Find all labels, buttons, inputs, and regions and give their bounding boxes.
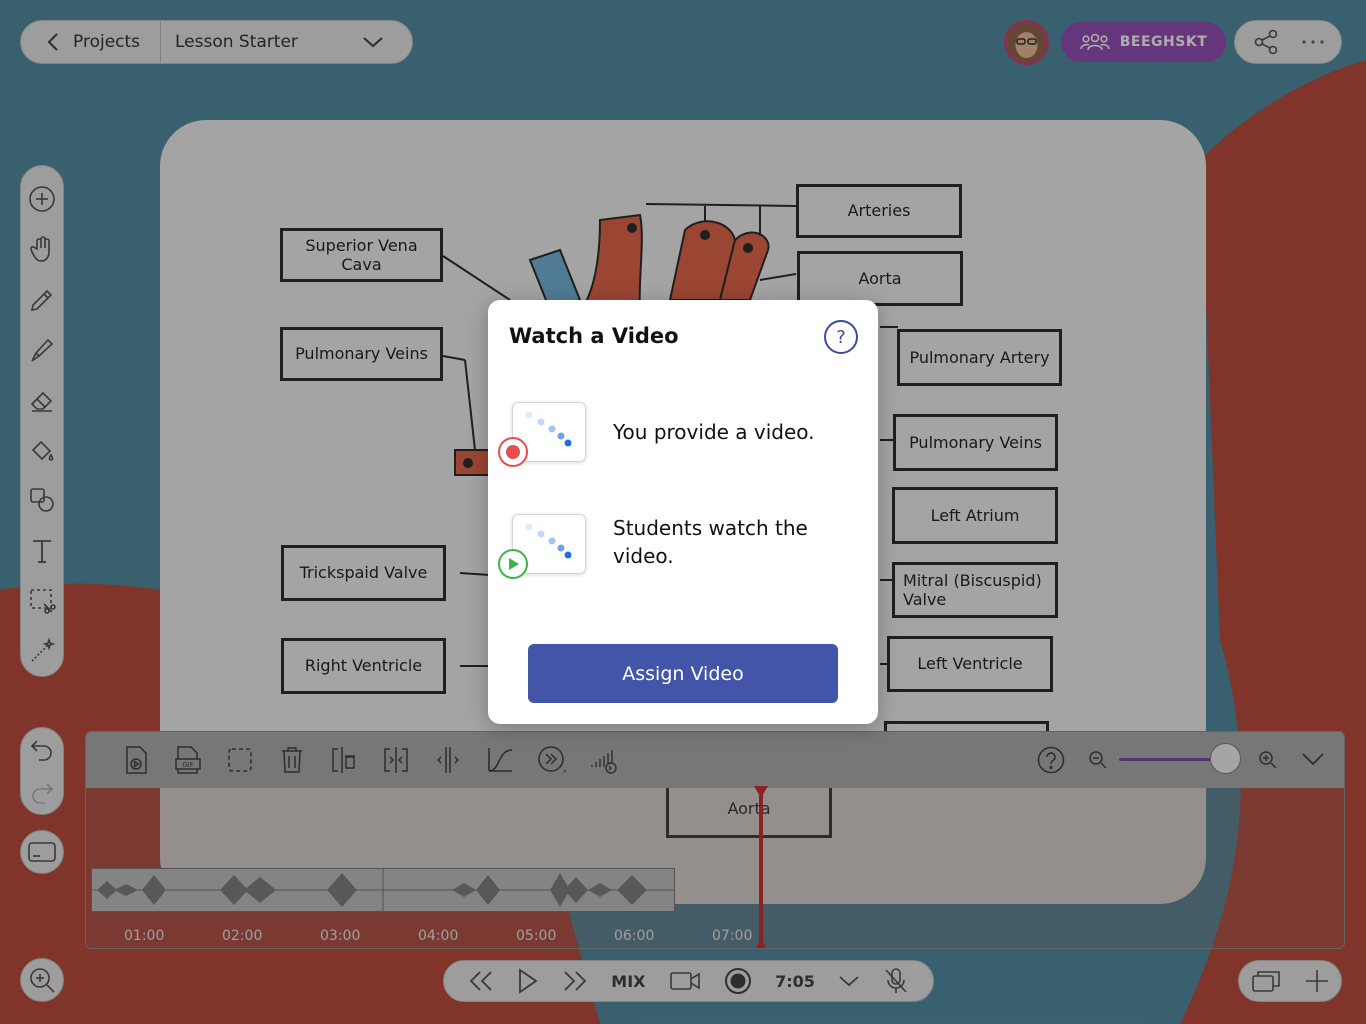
step-provide-video: You provide a video. (498, 402, 868, 482)
play-badge-icon (498, 549, 528, 579)
dialog-title: Watch a Video (509, 324, 679, 348)
step-provide-text: You provide a video. (613, 420, 815, 444)
step-watch-text: Students watch the video. (613, 516, 808, 568)
step-students-watch: Students watch the video. (498, 514, 868, 594)
help-icon[interactable]: ? (824, 320, 858, 354)
record-badge-icon (498, 437, 528, 467)
watch-video-dialog: Watch a Video ? You provide a video. Stu… (488, 300, 878, 724)
assign-video-button[interactable]: Assign Video (528, 644, 838, 703)
